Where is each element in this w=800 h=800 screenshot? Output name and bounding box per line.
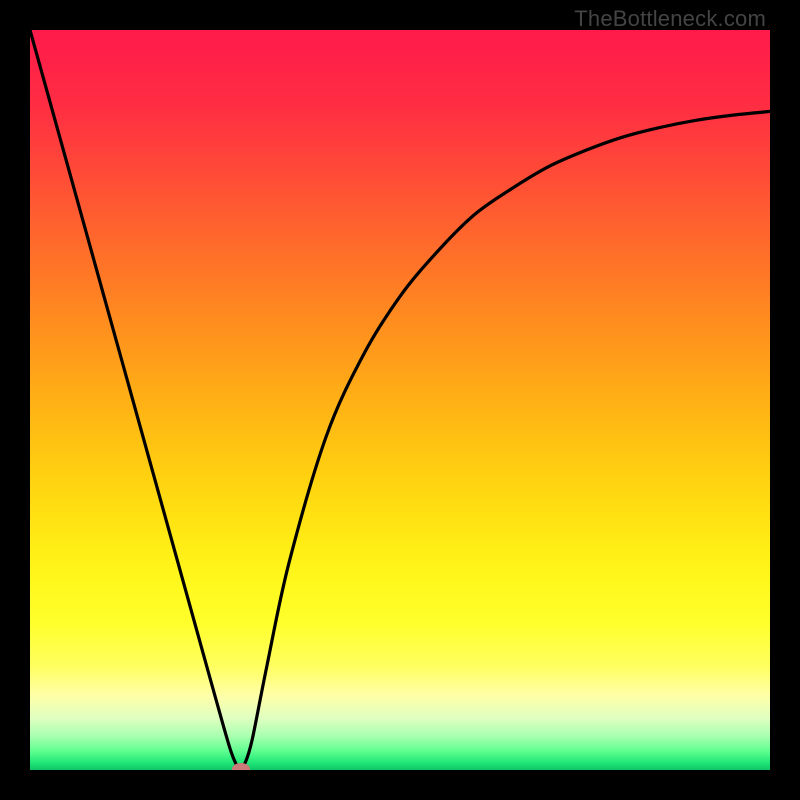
watermark-text: TheBottleneck.com (574, 6, 766, 32)
curve-layer (30, 30, 770, 770)
plot-area (30, 30, 770, 770)
chart-frame: TheBottleneck.com (0, 0, 800, 800)
curve-path (30, 30, 770, 769)
